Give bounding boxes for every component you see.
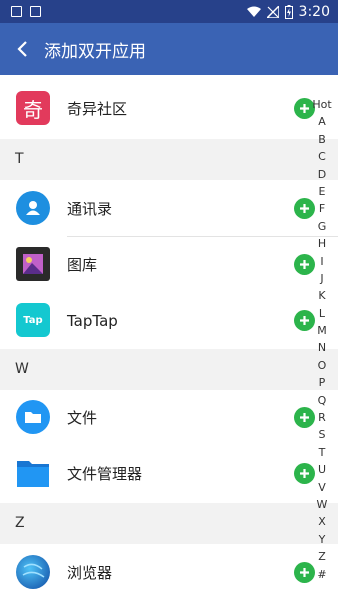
index-letter-b[interactable]: B (318, 131, 326, 148)
plus-icon (300, 469, 309, 478)
index-letter-p[interactable]: P (319, 374, 326, 391)
index-letter-v[interactable]: V (318, 479, 326, 496)
alphabet-index-bar[interactable]: Hot A B C D E F G H I J K L M N O P Q R S T U V W X Y Z # (310, 96, 334, 583)
list-item[interactable]: 文件 (0, 390, 338, 446)
app-label: 文件管理器 (67, 465, 143, 483)
index-letter-n[interactable]: N (318, 339, 326, 356)
section-letter: T (15, 151, 24, 167)
file-manager-icon (16, 456, 50, 490)
list-item[interactable]: 通讯录 (0, 181, 338, 237)
plus-icon (300, 260, 309, 269)
index-letter-d[interactable]: D (318, 166, 326, 183)
app-label: TapTap (67, 312, 118, 330)
index-letter-m[interactable]: M (317, 322, 327, 339)
app-label: 图库 (67, 256, 98, 274)
wifi-icon (246, 6, 261, 17)
plus-icon (300, 204, 309, 213)
index-letter-l[interactable]: L (319, 305, 325, 322)
index-letter-w[interactable]: W (317, 496, 328, 513)
plus-icon (300, 316, 309, 325)
index-letter-hot[interactable]: Hot (312, 96, 331, 113)
files-icon (16, 400, 50, 434)
index-letter-r[interactable]: R (318, 409, 326, 426)
index-letter-u[interactable]: U (318, 461, 326, 478)
index-letter-f[interactable]: F (319, 200, 325, 217)
no-signal-icon (266, 5, 279, 18)
section-header-t: T (0, 139, 338, 180)
index-letter-t[interactable]: T (319, 444, 326, 461)
index-letter-a[interactable]: A (318, 113, 326, 130)
list-item[interactable]: 浏览器 (0, 545, 338, 601)
plus-icon (300, 104, 309, 113)
index-letter-c[interactable]: C (318, 148, 326, 165)
index-letter-s[interactable]: S (319, 426, 326, 443)
list-item[interactable]: 图库 (0, 237, 338, 293)
image-notification-icon (11, 6, 22, 17)
section-header-w: W (0, 349, 338, 390)
app-label: 奇异社区 (67, 100, 128, 118)
section-letter: Z (15, 515, 25, 531)
status-bar: 3:20 (0, 0, 338, 23)
app-label: 通讯录 (67, 200, 113, 218)
index-letter-x[interactable]: X (318, 513, 326, 530)
index-letter-e[interactable]: E (319, 183, 326, 200)
page-title: 添加双开应用 (44, 41, 146, 62)
section-letter: W (15, 361, 29, 377)
index-letter-o[interactable]: O (318, 357, 327, 374)
index-letter-j[interactable]: J (320, 270, 323, 287)
list-item[interactable]: 文件管理器 (0, 446, 338, 502)
index-letter-q[interactable]: Q (318, 392, 327, 409)
qiyi-community-icon: 奇 (16, 91, 50, 125)
browser-icon (16, 555, 50, 589)
back-button[interactable] (4, 23, 40, 75)
list-item[interactable]: Tap TapTap (0, 293, 338, 349)
index-letter-z[interactable]: Z (318, 548, 326, 565)
gallery-icon (16, 247, 50, 281)
list-item[interactable]: 奇 奇异社区 (0, 81, 338, 137)
index-letter-y[interactable]: Y (319, 531, 326, 548)
index-letter-hash[interactable]: # (317, 566, 326, 583)
index-letter-h[interactable]: H (318, 235, 326, 252)
icon-glyph: 奇 (23, 97, 43, 122)
section-header-z: Z (0, 503, 338, 544)
contacts-icon (16, 191, 50, 225)
index-letter-i[interactable]: I (320, 253, 323, 270)
plus-icon (300, 568, 309, 577)
app-bar: 添加双开应用 (0, 23, 338, 75)
back-arrow-icon (17, 41, 27, 57)
index-letter-k[interactable]: K (318, 287, 325, 304)
app-label: 文件 (67, 409, 98, 427)
icon-glyph: Tap (23, 314, 43, 326)
app-label: 浏览器 (67, 564, 113, 582)
taptap-icon: Tap (16, 303, 50, 337)
font-notification-icon (30, 6, 41, 17)
plus-icon (300, 413, 309, 422)
battery-charging-icon (284, 4, 293, 19)
status-time: 3:20 (298, 3, 330, 20)
index-letter-g[interactable]: G (318, 218, 327, 235)
